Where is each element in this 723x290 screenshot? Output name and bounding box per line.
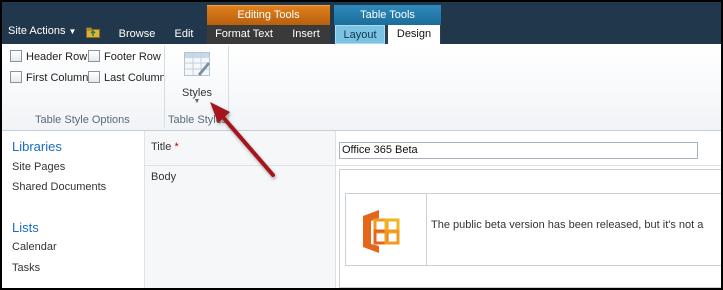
nav-item-tasks[interactable]: Tasks: [12, 262, 40, 274]
folder-up-icon[interactable]: [86, 27, 100, 38]
editing-tools-label: Editing Tools: [237, 9, 300, 21]
column-divider: [335, 131, 336, 288]
tab-design[interactable]: Design: [388, 25, 440, 44]
site-actions-label: Site Actions: [8, 25, 66, 37]
title-input[interactable]: [339, 142, 698, 159]
required-marker: *: [174, 141, 179, 153]
body-text: The public beta version has been release…: [431, 219, 704, 231]
nav-heading-lists[interactable]: Lists: [12, 220, 39, 235]
checkbox-box: [10, 71, 22, 83]
footer-row-label: Footer Row: [104, 51, 161, 63]
first-column-label: First Column: [26, 72, 89, 84]
nav-item-calendar[interactable]: Calendar: [12, 241, 57, 253]
first-column-checkbox[interactable]: First Column: [10, 71, 88, 85]
checkbox-box: [88, 71, 100, 83]
title-label-text: Title: [151, 141, 172, 153]
group-divider: [164, 46, 165, 128]
body-field-label: Body: [151, 171, 177, 183]
tab-browse[interactable]: Browse: [112, 25, 162, 44]
group-divider: [228, 46, 229, 128]
body-table[interactable]: The public beta version has been release…: [345, 193, 721, 266]
nav-heading-libraries[interactable]: Libraries: [12, 139, 62, 154]
title-field-label: Title *: [151, 141, 179, 153]
styles-button[interactable]: Styles ▼: [172, 52, 222, 105]
office-logo-icon: [363, 210, 400, 253]
table-styles-group-label: Table Styles: [168, 114, 228, 126]
table-styles-icon: [184, 52, 210, 76]
tab-format-text[interactable]: Format Text: [210, 25, 278, 44]
checkbox-box: [10, 50, 22, 62]
checkbox-box: [88, 50, 100, 62]
table-cell-divider: [426, 194, 427, 265]
tab-layout[interactable]: Layout: [335, 25, 385, 44]
left-navigation: Libraries Site Pages Shared Documents Li…: [2, 131, 145, 288]
edit-form: Title * Body The public beta version has…: [145, 131, 721, 288]
tab-insert[interactable]: Insert: [284, 25, 328, 44]
chevron-down-icon: ▼: [193, 98, 201, 105]
tab-edit[interactable]: Edit: [168, 25, 200, 44]
chevron-down-icon: ▼: [68, 27, 77, 36]
table-tools-label: Table Tools: [360, 9, 415, 21]
label-column: [145, 131, 335, 288]
nav-item-site-pages[interactable]: Site Pages: [12, 161, 65, 173]
footer-row-checkbox[interactable]: Footer Row: [88, 50, 161, 64]
header-row-checkbox[interactable]: Header Row: [10, 50, 87, 64]
last-column-checkbox[interactable]: Last Column: [88, 71, 166, 85]
sharepoint-window: Editing Tools Table Tools Site Actions ▼ …: [2, 2, 721, 288]
site-actions-menu[interactable]: Site Actions ▼: [8, 25, 76, 37]
row-divider: [145, 165, 721, 166]
table-style-options-group-label: Table Style Options: [35, 114, 130, 126]
body-rich-text-editor[interactable]: The public beta version has been release…: [339, 169, 721, 288]
last-column-label: Last Column: [104, 72, 166, 84]
nav-item-shared-documents[interactable]: Shared Documents: [12, 181, 106, 193]
header-row-label: Header Row: [26, 51, 88, 63]
